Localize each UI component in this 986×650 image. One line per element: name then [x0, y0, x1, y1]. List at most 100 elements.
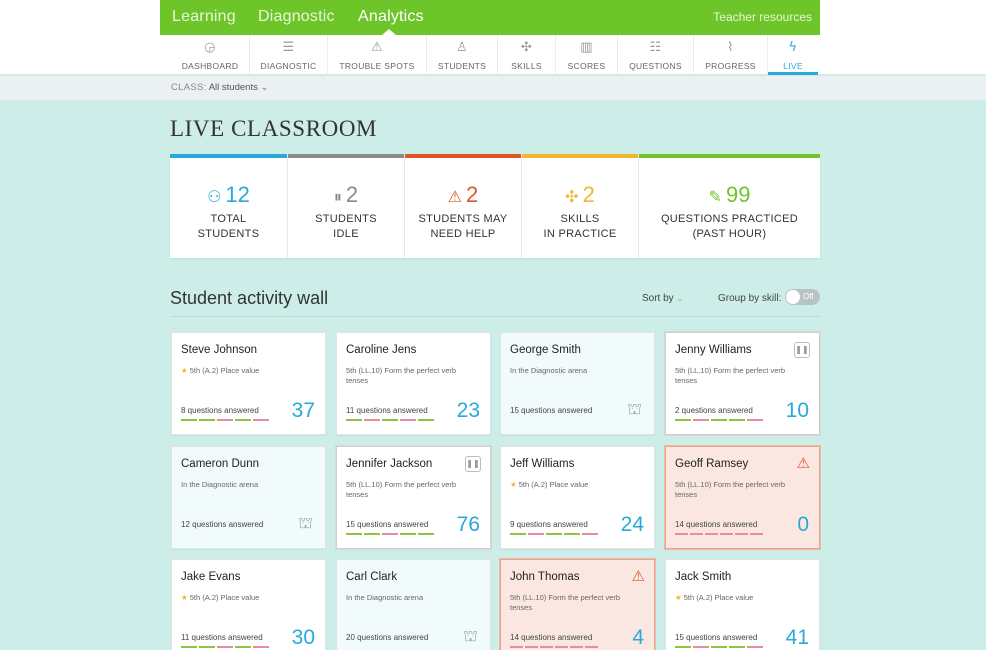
sliders-icon: ☰	[282, 40, 295, 55]
stat-label-line: (PAST HOUR)	[692, 228, 767, 240]
skill-text: 5th (A.2) Place value	[189, 593, 260, 602]
subnav-skills[interactable]: ✣ SKILLS	[498, 35, 556, 75]
skill-text: In the Diagnostic arena	[510, 366, 588, 375]
stat-color-bar	[639, 154, 820, 158]
chevron-down-icon: ⌄	[260, 82, 269, 93]
subnav-live[interactable]: ϟ LIVE	[768, 35, 818, 75]
answer-segment	[510, 646, 523, 648]
answer-segment	[418, 419, 434, 421]
answer-segment	[235, 419, 251, 421]
subnav-dashboard[interactable]: ◶ DASHBOARD	[171, 35, 250, 75]
stat-card: ✣ 2 SKILLS IN PRACTICE	[522, 154, 639, 258]
diagnostic-arena-icon: ⛫	[463, 626, 478, 645]
student-card[interactable]: Jack Smith ★ 5th (A.2) Place value 15 quest…	[665, 559, 820, 650]
student-card[interactable]: George Smith In the Diagnostic arena 15 qu…	[500, 332, 655, 435]
answer-segment	[570, 646, 583, 648]
stat-value-row: ✣ 2	[522, 182, 638, 208]
answer-segment	[217, 419, 233, 421]
subnav-students[interactable]: ♙ STUDENTS	[427, 35, 498, 75]
subnav-scores[interactable]: ▥ SCORES	[556, 35, 618, 75]
answer-history-bar	[346, 419, 436, 421]
student-card[interactable]: Carl Clark In the Diagnostic arena 20 ques…	[336, 559, 491, 650]
pencil-icon: ✎	[708, 187, 722, 206]
student-name: John Thomas	[510, 571, 580, 583]
answer-history-bar	[510, 646, 600, 648]
student-card[interactable]: Jeff Williams ★ 5th (A.2) Place value 9 que…	[500, 446, 655, 549]
student-card[interactable]: Jennifer Jackson 5th (LL.10) Form the per…	[336, 446, 491, 549]
answer-history-bar	[675, 646, 765, 648]
star-icon: ★	[510, 480, 517, 489]
student-skill: In the Diagnostic arena	[181, 480, 306, 490]
answer-segment	[747, 646, 763, 648]
smart-score: 30	[291, 626, 315, 649]
answer-segment	[528, 533, 544, 535]
stat-value: 2	[466, 182, 479, 207]
nav-analytics[interactable]: Analytics	[358, 8, 424, 26]
questions-answered: 11 questions answered	[181, 633, 263, 642]
student-skill: In the Diagnostic arena	[510, 366, 635, 376]
subnav-label: DASHBOARD	[181, 61, 239, 71]
student-card[interactable]: Geoff Ramsey 5th (LL.10) Form the perfect…	[665, 446, 820, 549]
nav-learning[interactable]: Learning	[172, 8, 236, 26]
answer-segment	[525, 646, 538, 648]
student-name: Geoff Ramsey	[675, 458, 749, 470]
sort-by-label: Sort by	[642, 293, 674, 304]
group-by-skill-toggle[interactable]: Off	[785, 289, 820, 305]
student-card[interactable]: John Thomas 5th (LL.10) Form the perfect …	[500, 559, 655, 650]
star-icon: ★	[181, 593, 188, 602]
subnav-label: PROGRESS	[705, 61, 756, 71]
student-card[interactable]: Steve Johnson ★ 5th (A.2) Place value 8 que…	[171, 332, 326, 435]
diagnostic-arena-icon: ⛫	[627, 399, 642, 418]
stat-value-row: ⚠ 2	[405, 182, 521, 208]
student-name: Jack Smith	[675, 571, 732, 583]
answer-segment	[400, 533, 416, 535]
skill-text: 5th (A.2) Place value	[683, 593, 754, 602]
subnav-questions[interactable]: ☷ QUESTIONS	[618, 35, 694, 75]
student-card[interactable]: Jake Evans ★ 5th (A.2) Place value 11 quest…	[171, 559, 326, 650]
answer-segment	[382, 533, 398, 535]
subnav-trouble-spots[interactable]: ⚠ TROUBLE SPOTS	[328, 35, 427, 75]
stat-card: ✎ 99 QUESTIONS PRACTICED (PAST HOUR)	[639, 154, 820, 258]
answer-segment	[582, 533, 598, 535]
stat-value-row: ⏸ 2	[288, 182, 404, 208]
answer-segment	[675, 533, 688, 535]
answer-segment	[400, 419, 416, 421]
answer-segment	[585, 646, 598, 648]
answer-segment	[199, 419, 215, 421]
student-name: Cameron Dunn	[181, 458, 259, 470]
answer-history-bar	[346, 533, 436, 535]
student-card[interactable]: Cameron Dunn In the Diagnostic arena 12 qu…	[171, 446, 326, 549]
answer-segment	[693, 419, 709, 421]
smart-score: 37	[291, 399, 315, 422]
subnav-diagnostic[interactable]: ☰ DIAGNOSTIC	[250, 35, 328, 75]
class-selector[interactable]: CLASS: All students ⌄	[171, 82, 268, 93]
answer-segment	[729, 419, 745, 421]
teacher-resources-link[interactable]: Teacher resources	[713, 10, 812, 24]
smart-score: 23	[456, 399, 480, 422]
dashboard-icon: ◶	[204, 40, 216, 55]
subnav-label: SKILLS	[511, 61, 542, 71]
stats-strip: ⚇ 12 TOTAL STUDENTS ⏸ 2 STUDENTS IDLE ⚠ 2 STUDENTS…	[170, 154, 820, 258]
stat-card: ⚇ 12 TOTAL STUDENTS	[170, 154, 288, 258]
sort-by-dropdown[interactable]: Sort by ⌄	[642, 293, 684, 304]
divider	[170, 316, 820, 317]
skill-text: In the Diagnostic arena	[346, 593, 424, 602]
subnav-label: DIAGNOSTIC	[260, 61, 317, 71]
answer-segment	[217, 646, 233, 648]
subnav-label: SCORES	[567, 61, 606, 71]
subnav-label: QUESTIONS	[629, 61, 682, 71]
nav-diagnostic[interactable]: Diagnostic	[258, 8, 335, 26]
skill-text: 5th (LL.10) Form the perfect verb tenses	[346, 366, 457, 385]
stat-label: TOTAL STUDENTS	[170, 212, 287, 242]
student-name: Carl Clark	[346, 571, 398, 583]
answer-segment	[346, 419, 362, 421]
subnav-progress[interactable]: ⌇ PROGRESS	[694, 35, 768, 75]
answer-segment	[705, 533, 718, 535]
student-card[interactable]: Caroline Jens 5th (LL.10) Form the perfec…	[336, 332, 491, 435]
answer-segment	[720, 533, 733, 535]
pause-icon: ❚❚	[465, 456, 481, 472]
answer-segment	[199, 646, 215, 648]
class-value: All students	[208, 82, 258, 93]
student-skill: ★ 5th (A.2) Place value	[181, 593, 306, 603]
student-card[interactable]: Jenny Williams 5th (LL.10) Form the perfe…	[665, 332, 820, 435]
